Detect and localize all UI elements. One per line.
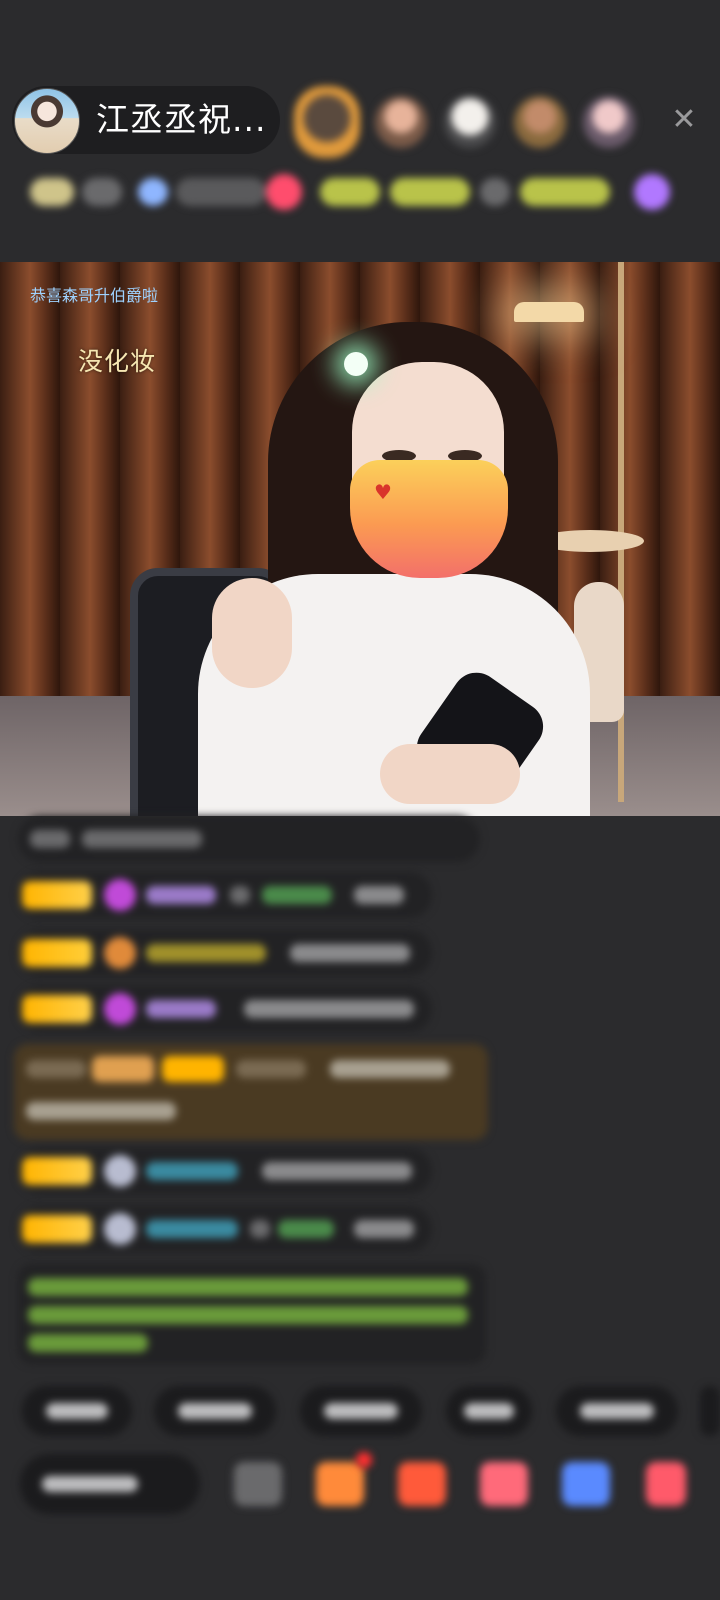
user-avatar: [104, 1155, 136, 1187]
fans-icon[interactable]: [138, 178, 168, 206]
notification-dot: [356, 1452, 372, 1468]
chat-message[interactable]: [18, 986, 432, 1032]
username: [146, 1220, 238, 1238]
quick-chip[interactable]: [154, 1386, 276, 1436]
quick-chip[interactable]: [556, 1386, 678, 1436]
menu-icon[interactable]: [634, 174, 670, 210]
red-packet-icon[interactable]: [398, 1462, 446, 1506]
top-viewer-avatar[interactable]: [294, 86, 360, 158]
level-badge: [22, 1215, 92, 1243]
quick-chip[interactable]: [22, 1386, 132, 1436]
live-video[interactable]: ♥ 恭喜森哥升伯爵啦 没化妆: [0, 262, 720, 816]
top-viewer-avatar[interactable]: [444, 96, 496, 148]
chat-message[interactable]: [18, 930, 432, 976]
game-icon[interactable]: [562, 1462, 610, 1506]
level-badge: [22, 939, 92, 967]
chat-message[interactable]: [18, 1206, 432, 1252]
gift-box-icon[interactable]: [316, 1462, 364, 1506]
promo-banner[interactable]: 恭喜森哥升伯爵啦: [30, 282, 158, 306]
chat-message[interactable]: [18, 1148, 432, 1194]
user-avatar: [104, 1213, 136, 1245]
tag-chip[interactable]: [520, 178, 610, 206]
chat-message[interactable]: [18, 816, 480, 862]
more-icon[interactable]: [646, 1462, 686, 1506]
chat-message[interactable]: [18, 872, 432, 918]
face-mask: [350, 460, 508, 578]
heart-icon[interactable]: [266, 174, 302, 210]
user-avatar: [104, 993, 136, 1025]
tag-chip[interactable]: [320, 178, 380, 206]
level-badge: [22, 1157, 92, 1185]
fans-text: [176, 178, 266, 206]
quick-chip[interactable]: [300, 1386, 422, 1436]
username: [146, 886, 216, 904]
tag-chip[interactable]: [390, 178, 470, 206]
overlay-caption: 没化妆: [78, 347, 157, 376]
top-viewer-avatar[interactable]: [375, 96, 427, 148]
quick-chip[interactable]: [446, 1386, 532, 1436]
user-avatar: [104, 879, 136, 911]
tag-chip[interactable]: [480, 178, 510, 206]
level-badge: [22, 995, 92, 1023]
host-avatar[interactable]: [14, 88, 80, 154]
chat-input[interactable]: [20, 1454, 200, 1514]
username: [146, 944, 266, 962]
top-viewer-avatar[interactable]: [514, 96, 566, 148]
gift-icon[interactable]: [480, 1462, 528, 1506]
quick-chip[interactable]: [700, 1386, 720, 1436]
level-badge: [22, 881, 92, 909]
username: [146, 1000, 216, 1018]
streamer-shoulder: [212, 578, 292, 688]
host-info-pill[interactable]: 江丞丞祝...: [12, 86, 280, 154]
username: [146, 1162, 238, 1180]
rank-text: [82, 178, 122, 206]
rank-badge[interactable]: [30, 178, 74, 206]
top-viewer-avatar[interactable]: [583, 96, 635, 148]
host-name: 江丞丞祝...: [96, 100, 267, 139]
lamp-light: [514, 302, 584, 322]
status-row: [30, 170, 700, 214]
ring-light: [344, 352, 368, 376]
gift-message[interactable]: [14, 1044, 488, 1140]
streamer-hands: [380, 744, 520, 804]
mask-heart-icon: ♥: [374, 480, 392, 504]
emoji-icon[interactable]: [234, 1462, 282, 1506]
close-icon[interactable]: ✕: [664, 100, 704, 140]
user-avatar: [104, 937, 136, 969]
system-notice: [18, 1264, 486, 1364]
